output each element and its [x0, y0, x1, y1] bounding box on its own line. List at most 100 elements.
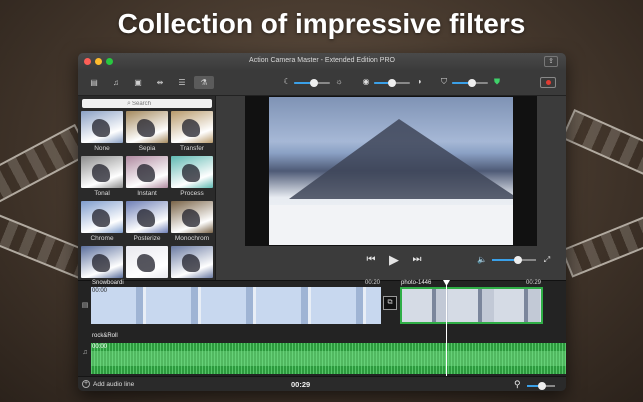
filter-item[interactable]: Transfer: [171, 111, 213, 156]
record-icon: [546, 80, 551, 85]
zoom-slider[interactable]: [527, 382, 555, 390]
filter-thumbnail: [126, 156, 168, 188]
filter-item[interactable]: Tonal: [81, 156, 123, 201]
filter-thumbnail: [126, 111, 168, 143]
film-icon: ▤: [90, 78, 98, 87]
film-strip-decoration: [561, 109, 643, 183]
audio-clip[interactable]: 00:00: [91, 343, 566, 374]
filter-thumbnail: [81, 111, 123, 143]
mute-icon[interactable]: 🔈: [475, 253, 489, 267]
shield-low-icon: ⛉: [441, 77, 447, 86]
tab-filters[interactable]: ⚗: [194, 76, 214, 89]
playhead[interactable]: [446, 281, 447, 377]
filter-thumbnail: [126, 201, 168, 233]
title-bar: Action Camera Master - Extended Edition …: [78, 53, 566, 70]
video-clip-start-time: 00:00: [92, 288, 108, 294]
audio-clip-label: rock&Roll: [92, 333, 118, 339]
contrast-slider[interactable]: [452, 79, 488, 87]
preview-frame: [269, 97, 513, 245]
snow-image: [269, 205, 513, 245]
filter-name: Sepia: [138, 145, 156, 152]
window-title: Action Camera Master - Extended Edition …: [249, 57, 395, 64]
play-button[interactable]: ▶: [387, 253, 401, 267]
filter-thumbnail: [171, 111, 213, 143]
transition-button[interactable]: ⧉: [383, 296, 397, 310]
video-clip-frames: [91, 287, 381, 324]
tab-text[interactable]: ☰: [172, 76, 192, 89]
next-button[interactable]: ⏭: [410, 253, 424, 267]
exposure-slider[interactable]: [374, 79, 410, 87]
add-audio-line-button[interactable]: Add audio line: [93, 381, 134, 388]
filter-thumbnail: [171, 246, 213, 278]
transition-icon: ⧉: [387, 299, 393, 306]
moon-icon: ☾: [283, 77, 291, 86]
audio-clip-start-time: 00:00: [92, 344, 108, 350]
music-track-icon: ♫: [82, 349, 88, 356]
photo-clip[interactable]: [400, 287, 543, 324]
tab-transition[interactable]: ⇹: [150, 76, 170, 89]
filter-thumbnail: [171, 156, 213, 188]
filters-icon: ⚗: [200, 78, 208, 87]
filter-item[interactable]: None: [81, 111, 123, 156]
filter-thumbnail: [126, 246, 168, 278]
aperture-icon: ◉: [362, 77, 370, 86]
toolbar: ▤ ♫ ▣ ⇹ ☰ ⚗ ☾ ☼ ◉ ◑ ⛉ ⛊: [78, 70, 566, 96]
filter-item[interactable]: Process: [171, 156, 213, 201]
fullscreen-icon[interactable]: ⤢: [540, 253, 554, 267]
photo-clip-label: photo-1446: [401, 280, 432, 286]
photo-clip-end-time: 00:29: [526, 280, 542, 286]
filter-name: Monochrom: [174, 235, 210, 242]
video-clip[interactable]: 00:00: [91, 287, 381, 324]
timeline-bottom-bar: + Add audio line 00:29 ⚲: [78, 376, 566, 391]
filter-item[interactable]: Monochrom: [171, 201, 213, 246]
share-button[interactable]: ⇪: [544, 56, 558, 67]
video-clip-label: Snowboardi: [92, 280, 124, 286]
filter-name: Process: [180, 190, 204, 197]
search-icon: ⌕: [127, 100, 131, 107]
contrast-icon: ◑: [416, 77, 422, 86]
filter-item[interactable]: Instant: [126, 156, 168, 201]
film-strip-decoration: [561, 212, 643, 278]
filter-name: Tonal: [94, 190, 110, 197]
previous-button[interactable]: ⏮: [364, 253, 378, 267]
sun-icon: ☼: [335, 77, 343, 86]
filter-grid: None Sepia Transfer Tonal Instant Process Chro…: [81, 111, 213, 291]
shield-high-icon: ⛊: [494, 77, 500, 86]
volume-slider[interactable]: [492, 256, 536, 264]
filter-name: Chrome: [90, 235, 114, 242]
filter-name: None: [94, 145, 110, 152]
image-icon: ▣: [134, 78, 142, 87]
tab-image[interactable]: ▣: [128, 76, 148, 89]
preview-area: ⏮ ▶ ⏭ 🔈 ⤢: [216, 96, 566, 280]
record-button[interactable]: [540, 77, 556, 88]
zoom-icon: ⚲: [514, 379, 521, 389]
filter-item[interactable]: Chrome: [81, 201, 123, 246]
filter-item[interactable]: Sepia: [126, 111, 168, 156]
app-window: Action Camera Master - Extended Edition …: [78, 53, 566, 391]
filter-thumbnail: [81, 246, 123, 278]
tab-music[interactable]: ♫: [106, 76, 126, 89]
video-track-icon: ▤: [81, 302, 89, 309]
music-icon: ♫: [113, 78, 119, 87]
filters-sidebar: ⌕ None Sepia Transfer Tonal Instant Process Ch…: [78, 96, 216, 280]
filter-name: Posterize: [133, 235, 161, 242]
timeline: Snowboardi 00:20 photo-1446 00:29 ▤ 00:0…: [78, 280, 566, 391]
filter-thumbnail: [81, 156, 123, 188]
add-audio-icon[interactable]: +: [82, 380, 90, 388]
tab-film[interactable]: ▤: [84, 76, 104, 89]
promo-headline: Collection of impressive filters: [117, 8, 526, 39]
audio-waveform: [91, 343, 566, 374]
playhead-handle[interactable]: [443, 280, 450, 286]
video-preview: [245, 96, 537, 246]
text-icon: ☰: [178, 78, 186, 87]
filter-item[interactable]: Posterize: [126, 201, 168, 246]
video-clip-end-time: 00:20: [365, 280, 381, 286]
brightness-slider[interactable]: [294, 79, 330, 87]
filter-thumbnail: [81, 201, 123, 233]
mountain-image: [289, 119, 513, 199]
filter-name: Transfer: [180, 145, 204, 152]
share-icon: ⇪: [548, 58, 554, 65]
filter-name: Instant: [137, 190, 157, 197]
filter-search-input[interactable]: [82, 99, 212, 108]
filter-thumbnail: [171, 201, 213, 233]
